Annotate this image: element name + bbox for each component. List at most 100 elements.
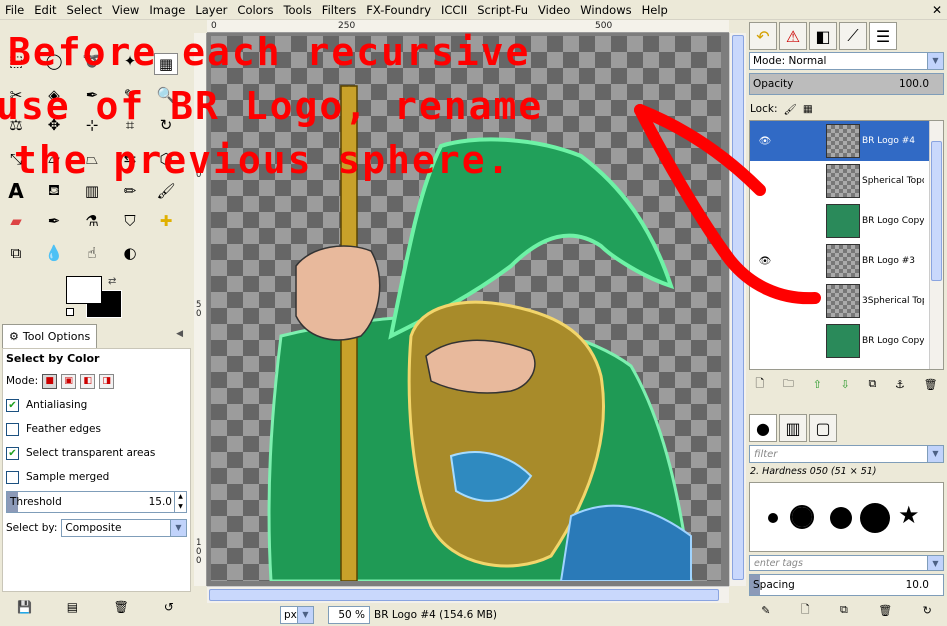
menu-filters[interactable]: Filters xyxy=(317,0,361,20)
eraser-icon[interactable]: ▰ xyxy=(4,210,28,232)
threshold-spinner[interactable]: ▲ ▼ xyxy=(174,492,186,512)
visibility-eye-icon[interactable]: 👁 xyxy=(750,136,780,147)
ink-icon[interactable]: ⚗ xyxy=(80,210,104,232)
scissors-icon[interactable]: ✂ xyxy=(4,84,28,106)
duplicate-layer-icon[interactable]: ⧉ xyxy=(868,377,876,391)
new-layer-icon[interactable]: 🗋 xyxy=(755,375,764,394)
align-icon[interactable]: ⊹ xyxy=(80,114,104,136)
paths-icon[interactable]: ✒ xyxy=(80,84,104,106)
mode-intersect-button[interactable]: ◨ xyxy=(99,373,115,389)
zoom-dropdown[interactable]: 50 % xyxy=(328,605,370,624)
layer-mode-dropdown[interactable]: Mode: Normal ▼ xyxy=(749,52,944,70)
reset-options-icon[interactable]: ↺ xyxy=(162,600,176,614)
delete-brush-icon[interactable]: 🗑 xyxy=(878,604,892,617)
flip-icon[interactable]: ⇆ xyxy=(118,148,142,170)
layers-scroll-thumb[interactable] xyxy=(931,141,942,281)
menu-iccii[interactable]: ICCII xyxy=(436,0,472,20)
perspective-icon[interactable]: ⏢ xyxy=(80,148,104,170)
vertical-scrollbar[interactable] xyxy=(729,33,746,586)
tab-error[interactable]: ⚠ xyxy=(779,22,807,50)
restore-options-icon[interactable]: ▤ xyxy=(65,600,79,614)
dodge-burn-icon[interactable]: ◐ xyxy=(118,242,142,264)
feather-edges-checkbox[interactable] xyxy=(6,422,19,436)
select-by-dropdown[interactable]: Composite ▼ xyxy=(61,519,187,537)
ellipse-select-icon[interactable]: ◯ xyxy=(42,50,66,72)
tab-image[interactable]: ◧ xyxy=(809,22,837,50)
mode-add-button[interactable]: ▣ xyxy=(61,373,77,389)
lock-alpha-icon[interactable]: ▦ xyxy=(803,103,813,115)
refresh-brushes-icon[interactable]: ↻ xyxy=(923,604,932,617)
shear-icon[interactable]: ▱ xyxy=(42,148,66,170)
canvas[interactable] xyxy=(207,33,729,586)
brush-tags-input[interactable]: enter tags ▼ xyxy=(749,555,944,571)
swap-colors-icon[interactable]: ⇄ xyxy=(108,276,116,287)
rect-select-icon[interactable]: ⬚ xyxy=(4,50,28,72)
new-brush-icon[interactable]: 🗋 xyxy=(801,601,810,620)
brush-item[interactable] xyxy=(768,513,778,523)
heal-icon[interactable]: ✚ xyxy=(154,210,178,232)
smudge-icon[interactable]: ☝ xyxy=(80,242,104,264)
crop-icon[interactable]: ⌗ xyxy=(118,114,142,136)
menu-image[interactable]: Image xyxy=(144,0,190,20)
tab-brushes[interactable]: ● xyxy=(749,414,777,442)
edit-brush-icon[interactable]: ✎ xyxy=(761,604,770,617)
vertical-scroll-thumb[interactable] xyxy=(732,35,744,580)
raise-layer-icon[interactable]: ⇧ xyxy=(813,378,822,391)
free-select-icon[interactable]: ➰ xyxy=(80,50,104,72)
blend-icon[interactable]: ▥ xyxy=(80,180,104,202)
threshold-slider[interactable]: Threshold 15.0 ▲ ▼ xyxy=(6,491,187,513)
save-options-icon[interactable]: 💾 xyxy=(17,600,32,614)
layer-row[interactable]: BR Logo Copy xyxy=(750,201,932,241)
tab-gradients[interactable]: ▥ xyxy=(779,414,807,442)
opacity-slider[interactable]: Opacity 100.0 xyxy=(749,73,944,95)
mode-replace-button[interactable]: ■ xyxy=(42,373,58,389)
sample-merged-checkbox[interactable] xyxy=(6,470,19,484)
brush-item[interactable] xyxy=(790,505,814,529)
menu-windows[interactable]: Windows xyxy=(575,0,636,20)
mode-subtract-button[interactable]: ◧ xyxy=(80,373,96,389)
scale-icon[interactable]: ⤡ xyxy=(4,148,28,170)
foreground-select-icon[interactable]: ◈ xyxy=(42,84,66,106)
image-canvas[interactable] xyxy=(211,36,721,583)
blur-icon[interactable]: 💧 xyxy=(42,242,66,264)
menu-layer[interactable]: Layer xyxy=(190,0,232,20)
unit-dropdown[interactable]: px ▼ xyxy=(280,605,314,624)
menu-colors[interactable]: Colors xyxy=(232,0,278,20)
clone-icon[interactable]: ⛉ xyxy=(118,210,142,232)
menu-fx-foundry[interactable]: FX-Foundry xyxy=(361,0,436,20)
text-tool-icon[interactable]: A xyxy=(4,179,28,203)
delete-layer-icon[interactable]: 🗑 xyxy=(924,378,938,391)
lock-pixels-icon[interactable]: 🖌 xyxy=(783,103,796,116)
tab-tool-options[interactable]: ⚙ Tool Options xyxy=(2,324,98,348)
move-icon[interactable]: ✥ xyxy=(42,114,66,136)
delete-options-icon[interactable]: 🗑 xyxy=(114,600,129,614)
reset-colors-icon[interactable] xyxy=(66,308,74,316)
layer-row[interactable]: BR Logo Copy xyxy=(750,321,932,361)
horizontal-scroll-thumb[interactable] xyxy=(209,589,719,601)
menu-script-fu[interactable]: Script-Fu xyxy=(472,0,533,20)
tab-layers[interactable]: ☰ xyxy=(869,22,897,50)
fuzzy-select-icon[interactable]: ✦ xyxy=(118,50,142,72)
menu-video[interactable]: Video xyxy=(533,0,575,20)
tab-menu-icon[interactable]: ◀ xyxy=(176,329,183,339)
tab-paths[interactable]: ⟋ xyxy=(839,22,867,50)
layer-row[interactable]: 👁 BR Logo #3 xyxy=(750,241,932,281)
tab-undo[interactable]: ↶ xyxy=(749,22,777,50)
menu-help[interactable]: Help xyxy=(637,0,673,20)
menu-tools[interactable]: Tools xyxy=(278,0,316,20)
close-icon[interactable]: ✕ xyxy=(927,3,947,17)
menu-view[interactable]: View xyxy=(107,0,144,20)
color-picker-icon[interactable]: ✎ xyxy=(118,84,142,106)
select-by-color-icon[interactable]: ▦ xyxy=(154,53,178,75)
spacing-slider[interactable]: Spacing 10.0 xyxy=(749,574,944,596)
brush-item[interactable] xyxy=(860,503,890,533)
anchor-layer-icon[interactable]: ⚓ xyxy=(895,378,905,391)
perspective-clone-icon[interactable]: ⧉ xyxy=(4,242,28,264)
paintbrush-icon[interactable]: 🖌 xyxy=(154,180,178,202)
visibility-eye-icon[interactable]: 👁 xyxy=(750,256,780,267)
rotate-icon[interactable]: ↻ xyxy=(154,114,178,136)
zoom-icon[interactable]: 🔍 xyxy=(154,84,178,106)
layer-row[interactable]: 👁 BR Logo #4 xyxy=(750,121,932,161)
layers-scrollbar[interactable] xyxy=(929,121,943,369)
foreground-color[interactable] xyxy=(66,276,102,304)
